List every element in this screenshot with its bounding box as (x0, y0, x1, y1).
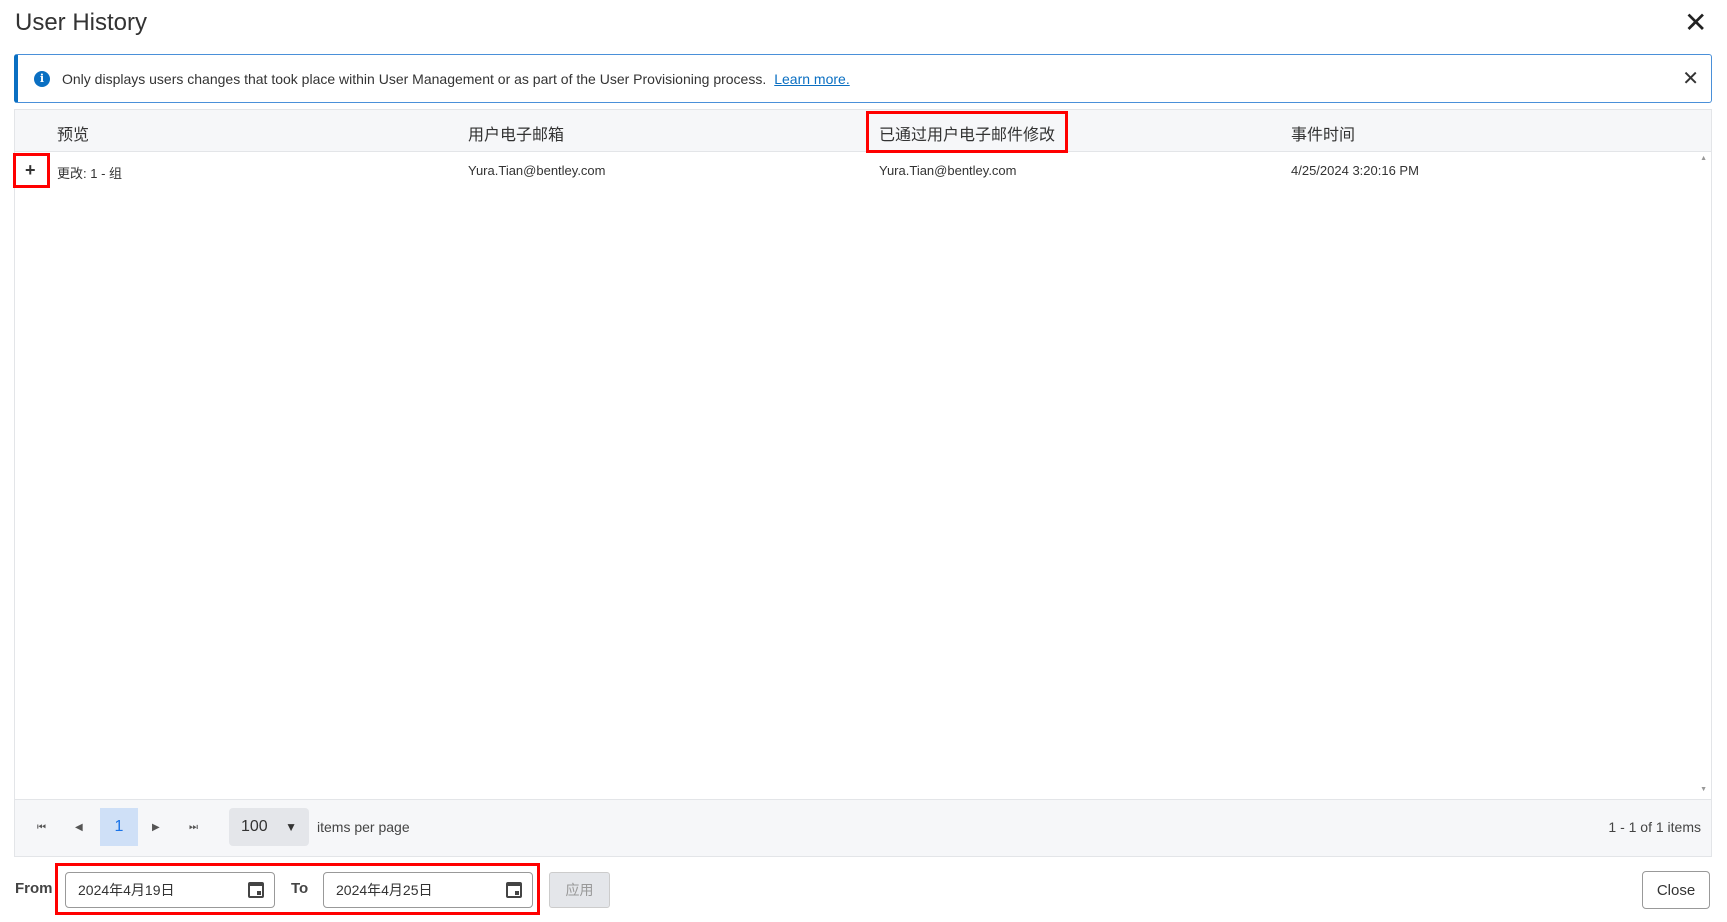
highlight-box (13, 153, 50, 188)
cell-event-time: 4/25/2024 3:20:16 PM (1291, 163, 1419, 178)
scroll-up-arrow[interactable]: ▲ (1700, 155, 1707, 162)
items-per-page-label: items per page (317, 819, 410, 835)
close-dialog-icon[interactable]: ✕ (1684, 8, 1707, 38)
cell-user-email: Yura.Tian@bentley.com (468, 163, 606, 178)
page-button-1[interactable]: 1 (100, 808, 138, 846)
info-banner: i Only displays users changes that took … (14, 54, 1712, 103)
first-page-icon[interactable]: ⏮ (37, 822, 46, 833)
grid-header: 预览 用户电子邮箱 已通过用户电子邮件修改 事件时间 (15, 110, 1711, 152)
from-date-input[interactable]: 2024年4月19日 (65, 872, 275, 908)
page-size-value: 100 (241, 818, 268, 835)
prev-page-icon[interactable]: ◀ (75, 822, 83, 833)
cell-preview: 更改: 1 - 组 (57, 166, 123, 181)
to-date-value: 2024年4月25日 (336, 882, 433, 898)
column-header-user-email[interactable]: 用户电子邮箱 (468, 121, 564, 145)
history-grid: 预览 用户电子邮箱 已通过用户电子邮件修改 事件时间 + 更改: 1 - 组 Y… (14, 109, 1712, 857)
to-date-input[interactable]: 2024年4月25日 (323, 872, 533, 908)
highlight-box (866, 111, 1068, 153)
calendar-icon[interactable] (506, 882, 522, 898)
next-page-icon[interactable]: ▶ (152, 822, 160, 833)
dismiss-banner-icon[interactable]: ✕ (1682, 66, 1699, 91)
chevron-down-icon: ▼ (285, 820, 297, 834)
column-header-event-time[interactable]: 事件时间 (1291, 121, 1355, 145)
column-header-preview[interactable]: 预览 (57, 121, 89, 145)
cell-modified-by: Yura.Tian@bentley.com (879, 163, 1017, 178)
scroll-down-arrow[interactable]: ▼ (1700, 786, 1707, 793)
apply-button[interactable]: 应用 (549, 872, 610, 908)
from-label: From (15, 880, 53, 897)
banner-text: Only displays users changes that took pl… (62, 70, 767, 87)
last-page-icon[interactable]: ⏭ (189, 822, 198, 833)
calendar-icon[interactable] (248, 882, 264, 898)
pager-summary: 1 - 1 of 1 items (1608, 819, 1701, 835)
pager: ⏮ ◀ 1 ▶ ⏭ 100 ▼ items per page 1 - 1 of 1… (15, 799, 1711, 856)
from-date-value: 2024年4月19日 (78, 882, 175, 898)
dialog-title: User History (15, 9, 148, 36)
to-label: To (291, 880, 309, 897)
learn-more-link[interactable]: Learn more. (774, 71, 849, 87)
close-button[interactable]: Close (1642, 871, 1710, 909)
page-size-select[interactable]: 100 ▼ (229, 808, 309, 846)
info-icon: i (34, 70, 50, 87)
